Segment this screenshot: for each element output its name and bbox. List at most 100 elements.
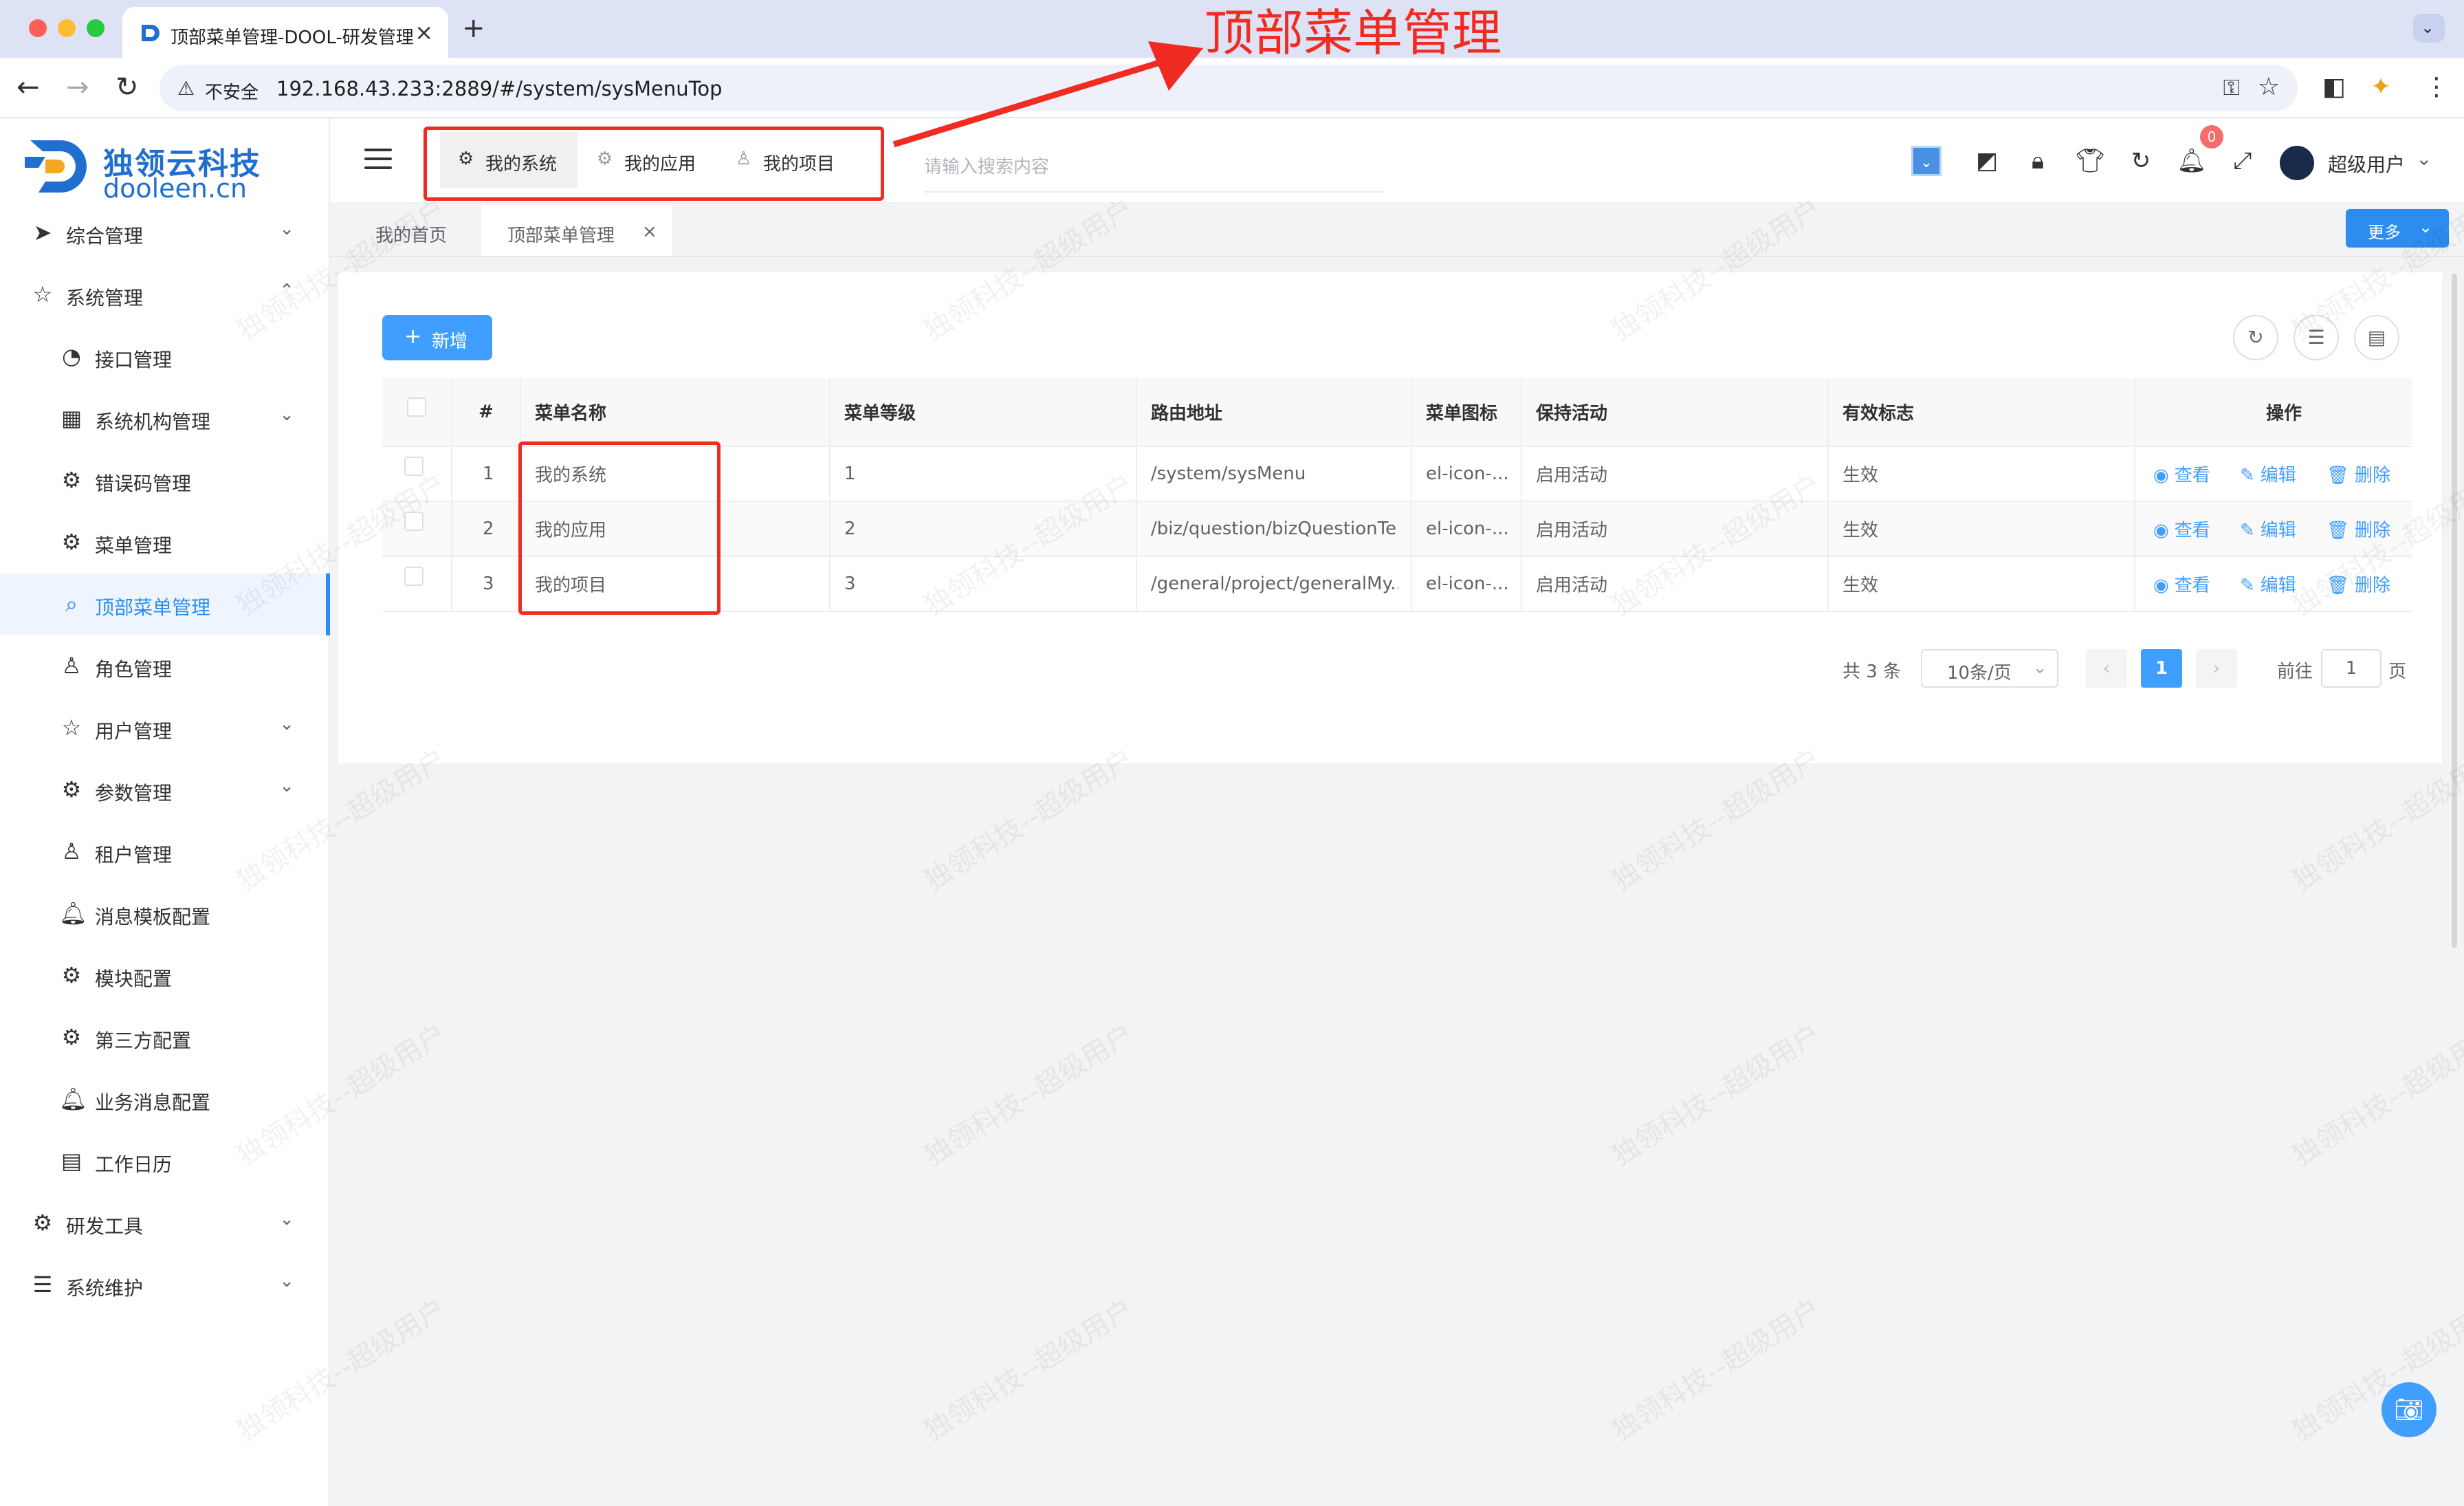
- refresh-icon[interactable]: ↻: [2126, 146, 2156, 176]
- row-checkbox[interactable]: [404, 567, 424, 586]
- chevron-down-icon[interactable]: ⌄: [2416, 147, 2432, 170]
- grid-icon: ▦: [60, 405, 82, 431]
- sidepanel-icon[interactable]: ◧: [2322, 73, 2346, 101]
- row-index: 2: [478, 502, 506, 556]
- sidebar-item-label: 第三方配置: [95, 1029, 192, 1052]
- view-button[interactable]: ◉ 查看: [2153, 461, 2210, 487]
- username[interactable]: 超级用户: [2328, 150, 2405, 177]
- select-all-checkbox[interactable]: [407, 397, 426, 417]
- security-label[interactable]: 不安全: [205, 78, 258, 104]
- sidebar-item-thirdparty[interactable]: ⚙ 第三方配置: [0, 1007, 330, 1069]
- window-close-button[interactable]: [29, 19, 47, 37]
- view-button[interactable]: ◉ 查看: [2153, 516, 2210, 542]
- table-header-row: # 菜单名称 菜单等级 路由地址 菜单图标 保持活动 有效标志 操作: [382, 378, 2412, 447]
- sidebar-item-system[interactable]: ☆ 系统管理 ⌃: [0, 264, 330, 326]
- close-tag-icon[interactable]: ×: [642, 221, 657, 242]
- edit-button[interactable]: ✎ 编辑: [2240, 571, 2296, 597]
- camera-floating-button[interactable]: 📷︎: [2382, 1382, 2436, 1437]
- fullscreen-icon[interactable]: ⤢: [2228, 146, 2258, 176]
- reload-button[interactable]: ↻: [116, 72, 139, 103]
- delete-button[interactable]: 🗑︎ 删除: [2326, 571, 2390, 597]
- window-minimize-button[interactable]: [58, 19, 76, 37]
- bookmark-star-icon[interactable]: ☆: [2258, 73, 2280, 101]
- chevron-down-icon: ⌄: [279, 1209, 294, 1230]
- delete-button[interactable]: 🗑︎ 删除: [2326, 516, 2390, 542]
- tag-top-menu[interactable]: 顶部菜单管理 ×: [481, 205, 672, 256]
- window-zoom-button[interactable]: [87, 19, 104, 37]
- column-settings-icon[interactable]: ☰: [2294, 315, 2339, 360]
- sidebar-item-org[interactable]: ▦ 系统机构管理 ⌄: [0, 388, 330, 450]
- sidebar-item-param[interactable]: ⚙ 参数管理 ⌄: [0, 759, 330, 821]
- view-button[interactable]: ◉ 查看: [2153, 571, 2210, 597]
- sidebar-item-comprehensive[interactable]: ➤ 综合管理 ⌄: [0, 202, 330, 264]
- extension-icon[interactable]: ✦: [2370, 73, 2391, 101]
- close-tab-icon[interactable]: ×: [415, 19, 433, 45]
- column-header-label: 菜单等级: [844, 403, 916, 424]
- avatar[interactable]: [2280, 146, 2314, 180]
- screenshot-icon[interactable]: ◩: [1972, 146, 2002, 176]
- sidebar-item-calendar[interactable]: ▤ 工作日历: [0, 1131, 330, 1192]
- sliders-icon: ☰: [32, 1272, 53, 1298]
- edit-button[interactable]: ✎ 编辑: [2240, 516, 2296, 542]
- trash-icon: 🗑︎: [2326, 575, 2350, 596]
- forward-button[interactable]: →: [66, 72, 89, 103]
- chevron-down-icon: ⌄: [279, 776, 294, 796]
- more-label: 更多: [2368, 223, 2401, 242]
- url-input[interactable]: ⚠ 不安全 192.168.43.233:2889/#/system/sysMe…: [160, 65, 2298, 111]
- next-page-button[interactable]: ›: [2196, 649, 2237, 688]
- chevron-down-icon: ⌄: [279, 404, 294, 425]
- back-button[interactable]: ←: [16, 72, 40, 103]
- prev-page-button[interactable]: ‹: [2086, 649, 2127, 688]
- sidebar-item-maintenance[interactable]: ☰ 系统维护 ⌄: [0, 1254, 330, 1316]
- new-tab-button[interactable]: +: [462, 12, 485, 44]
- search-input[interactable]: 请输入搜索内容: [924, 153, 1119, 178]
- lock-icon[interactable]: 🔒︎: [2023, 146, 2053, 176]
- sidebar-item-errorcode[interactable]: ⚙ 错误码管理: [0, 450, 330, 512]
- sidebar-item-module[interactable]: ⚙ 模块配置: [0, 945, 330, 1007]
- edit-button[interactable]: ✎ 编辑: [2240, 461, 2296, 487]
- keep-alive-cell: 启用活动: [1536, 557, 1811, 611]
- column-header-label: #: [478, 402, 494, 422]
- dropdown-toggle-icon[interactable]: ⌄: [1911, 146, 1942, 176]
- sidebar-item-label: 工作日历: [95, 1153, 173, 1176]
- menu-level-cell: 2: [844, 502, 1119, 556]
- key-icon[interactable]: ⚿: [2223, 74, 2240, 101]
- browser-tab[interactable]: 顶部菜单管理-DOOL-研发管理 ×: [122, 7, 448, 58]
- sidebar-item-menu[interactable]: ⚙ 菜单管理: [0, 512, 330, 574]
- content-scrollbar[interactable]: [2452, 274, 2457, 948]
- search-underline: [924, 191, 1385, 193]
- sidebar-item-label: 用户管理: [95, 720, 173, 743]
- cell-text: 生效: [1842, 520, 1879, 541]
- logo[interactable]: 独领云科技 dooleen.cn: [25, 132, 314, 204]
- menu-level-cell: 3: [844, 557, 1119, 611]
- keep-alive-cell: 启用活动: [1536, 447, 1811, 501]
- tab-search-button[interactable]: ⌄: [2413, 14, 2445, 43]
- bell-icon[interactable]: 🔔︎: [2177, 146, 2207, 176]
- page-size-select[interactable]: 10条/页 ⌄: [1921, 649, 2058, 688]
- export-icon[interactable]: ▤: [2354, 315, 2399, 360]
- column-divider: [829, 378, 830, 612]
- theme-shirt-icon[interactable]: 👕︎: [2075, 146, 2105, 176]
- browser-menu-icon[interactable]: ⋮: [2424, 73, 2449, 101]
- goto-page-input[interactable]: 1: [2321, 649, 2382, 688]
- more-button[interactable]: 更多 ⌄: [2346, 209, 2449, 248]
- action-label: 查看: [2174, 575, 2210, 596]
- refresh-icon[interactable]: ↻: [2233, 315, 2278, 360]
- delete-button[interactable]: 🗑︎ 删除: [2326, 461, 2390, 487]
- sidebar-item-role[interactable]: ♙ 角色管理: [0, 635, 330, 697]
- page-number-1[interactable]: 1: [2141, 649, 2182, 688]
- tag-home[interactable]: 我的首页: [330, 205, 474, 256]
- sidebar-item-bizmsg[interactable]: 🔔︎ 业务消息配置: [0, 1069, 330, 1131]
- sidebar-item-devtools[interactable]: ⚙ 研发工具 ⌄: [0, 1192, 330, 1254]
- row-checkbox[interactable]: [404, 457, 424, 476]
- row-checkbox[interactable]: [404, 512, 424, 531]
- action-label: 查看: [2174, 520, 2210, 541]
- add-button[interactable]: + 新增: [382, 315, 492, 360]
- sidebar-item-tenant[interactable]: ♙ 租户管理: [0, 821, 330, 883]
- sidebar-item-msgtemplate[interactable]: 🔔︎ 消息模板配置: [0, 883, 330, 945]
- sidebar-item-user[interactable]: ☆ 用户管理 ⌄: [0, 697, 330, 759]
- user-icon: ♙: [61, 653, 82, 679]
- sidebar-item-api[interactable]: ◔ 接口管理: [0, 326, 330, 388]
- hamburger-menu-icon[interactable]: [364, 149, 392, 169]
- sidebar-item-topmenu[interactable]: ⌕ 顶部菜单管理: [0, 574, 330, 635]
